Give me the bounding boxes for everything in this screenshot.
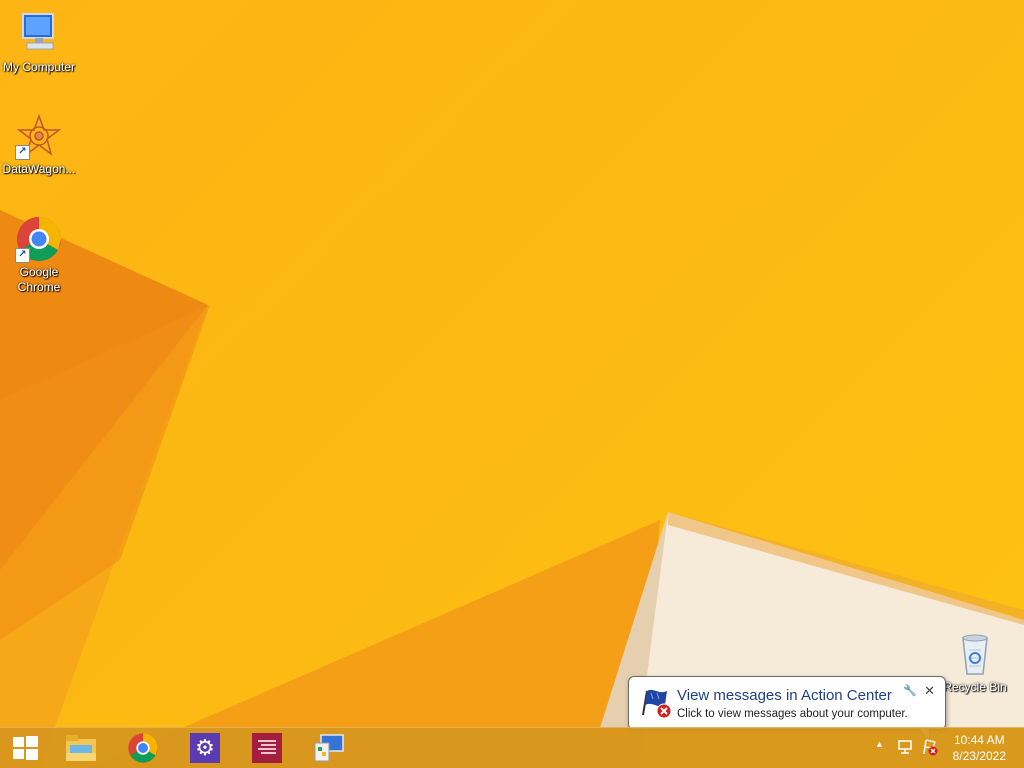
desktop-icon-label: My Computer: [2, 60, 76, 74]
notification-body[interactable]: Click to view messages about your comput…: [677, 708, 908, 720]
tray-overflow-button[interactable]: ▲: [875, 739, 884, 749]
datawagon-icon: ↗: [15, 112, 63, 160]
shortcut-arrow-icon: ↗: [15, 145, 30, 160]
clock-time: 10:44 AM: [953, 733, 1005, 747]
file-explorer-icon: [66, 735, 96, 761]
desktop-icon-recycle-bin[interactable]: Recycle Bin: [936, 630, 1014, 695]
wallpaper-shapes: [0, 210, 1024, 768]
windows-logo-icon: [13, 736, 38, 760]
taskbar-google-chrome[interactable]: [118, 728, 168, 768]
my-computer-icon: [15, 10, 63, 58]
recycle-bin-icon: [951, 630, 999, 678]
chrome-icon: ↗: [15, 215, 63, 263]
control-panel-icon: [314, 734, 344, 762]
notification-title[interactable]: View messages in Action Center: [677, 687, 892, 704]
clock-date: 8/23/2022: [952, 749, 1006, 763]
action-center-flag-icon: [639, 685, 673, 724]
action-center-notification[interactable]: View messages in Action Center Click to …: [628, 676, 946, 741]
taskbar-file-explorer[interactable]: [56, 728, 106, 768]
desktop: My Computer ↗ DataWagon... ↗ Google Chro…: [0, 0, 1024, 768]
action-center-tray-icon[interactable]: [921, 738, 939, 761]
text-editor-icon: [252, 733, 282, 763]
taskbar-text-editor[interactable]: [242, 728, 292, 768]
network-icon[interactable]: [897, 739, 915, 760]
desktop-icon-label: DataWagon...: [2, 162, 76, 176]
taskbar-settings[interactable]: ⚙: [180, 728, 230, 768]
chrome-icon: [128, 733, 158, 763]
tray-clock[interactable]: 10:44 AM 8/23/2022: [953, 732, 1006, 764]
close-icon[interactable]: ✕: [924, 683, 935, 699]
desktop-icon-datawagon[interactable]: ↗ DataWagon...: [0, 112, 78, 177]
shortcut-arrow-icon: ↗: [15, 248, 30, 263]
desktop-icon-my-computer[interactable]: My Computer: [0, 10, 78, 75]
taskbar-control-panel[interactable]: [304, 728, 354, 768]
desktop-icon-google-chrome[interactable]: ↗ Google Chrome: [0, 215, 78, 295]
desktop-icon-label: Google Chrome: [17, 265, 61, 294]
wrench-icon[interactable]: 🔧: [903, 684, 917, 697]
start-button[interactable]: [0, 728, 50, 768]
taskbar: ⚙ ▲ 10:44 AM 8/23/2022: [0, 727, 1024, 768]
gear-icon: ⚙: [190, 733, 220, 763]
desktop-icon-label: Recycle Bin: [943, 680, 1007, 694]
